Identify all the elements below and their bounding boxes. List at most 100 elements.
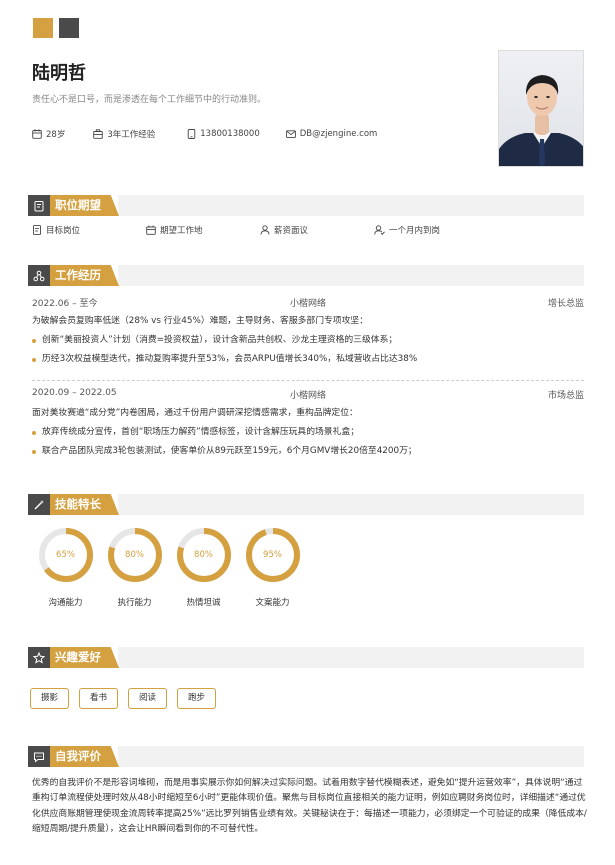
info-phone-text: 13800138000	[200, 129, 260, 139]
skill-label: 执行能力	[117, 598, 152, 608]
hobby-list: 摄影 看书 阅读 跑步	[30, 688, 217, 709]
job-role: 市场总监	[547, 391, 584, 401]
expectation-target-position: 目标岗位	[32, 224, 146, 236]
bullet-dot	[32, 339, 36, 343]
hobby-tag: 阅读	[128, 688, 168, 709]
job-header: 2022.06 – 至今 小楷网络 增长总监	[32, 296, 584, 310]
job-bullet: 联合产品团队完成3轮包装测试，使客单价从89元跃至159元，6个月GMV增长20…	[32, 442, 584, 461]
expectation-availability: 一个月内到岗	[374, 224, 488, 236]
skills-list: 65% 沟通能力 80% 执行能力 80% 热情坦诚 95% 文案能力	[31, 526, 307, 608]
dark-square	[59, 18, 79, 38]
expectation-location: 期望工作地	[146, 224, 260, 236]
hobby-tag: 跑步	[177, 688, 217, 709]
bullet-dot	[32, 431, 36, 435]
skill-label: 热情坦诚	[186, 598, 221, 608]
candidate-name: 陆明哲	[32, 63, 86, 84]
skill-ring: 95%	[244, 526, 302, 584]
basic-info-row: 28岁 3年工作经验 13800138000 DB@zjengine.com	[32, 128, 405, 140]
section-icon-box	[28, 265, 50, 286]
star-icon	[33, 651, 45, 664]
accent-square	[33, 18, 53, 38]
section-header-expectation: 职位期望	[28, 195, 584, 216]
expectation-target-position-text: 目标岗位	[46, 226, 81, 236]
section-title-self-eval: 自我评价	[50, 746, 119, 767]
chat-icon	[34, 752, 44, 763]
job-bullets: 放弃传统成分宣传，首创“职场压力解药”情感标签，设计含解压玩具的场景礼盒； 联合…	[32, 423, 584, 461]
mail-icon	[285, 130, 296, 138]
job-company: 小楷网络	[289, 299, 326, 309]
section-header-hobbies: 兴趣爱好	[28, 647, 584, 668]
job-bullet: 历经3次权益模型迭代，推动复购率提升至53%，会员ARPU值增长340%，私域营…	[32, 350, 584, 369]
candidate-motto: 责任心不是口号，而是渗透在每个工作细节中的行动准则。	[32, 95, 267, 105]
skill-item: 80% 热情坦诚	[169, 526, 238, 608]
section-icon-box	[28, 647, 50, 668]
skill-percent: 80%	[125, 550, 144, 560]
section-icon-box	[28, 746, 50, 767]
skill-ring: 80%	[175, 526, 233, 584]
job-description: 为破解会员复购率低迷（28% vs 行业45%）难题，主导财务、客服多部门专项攻…	[32, 316, 368, 326]
job-bullet: 创新“美丽投资人”计划（消费=投资权益），设计含新品共创权、沙龙主理资格的三级体…	[32, 331, 584, 350]
job-company: 小楷网络	[289, 391, 326, 401]
person-icon	[260, 225, 270, 235]
job-bullet-text: 创新“美丽投资人”计划（消费=投资权益），设计含新品共创权、沙龙主理资格的三级体…	[42, 335, 398, 345]
info-email-text: DB@zjengine.com	[299, 129, 378, 139]
bullet-dot	[32, 450, 36, 454]
hobby-tag: 看书	[79, 688, 119, 709]
expectation-availability-text: 一个月内到岗	[389, 226, 441, 236]
section-band	[118, 647, 584, 668]
skill-label: 文案能力	[255, 598, 290, 608]
hobby-tag: 摄影	[30, 688, 70, 709]
info-phone: 13800138000	[187, 129, 260, 139]
section-band	[118, 195, 584, 216]
calendar-icon	[32, 129, 42, 139]
magic-wand-icon	[34, 499, 44, 509]
section-band	[118, 746, 584, 767]
self-evaluation-text: 优秀的自我评价不是形容词堆砌，而是用事实展示你如何解决过实际问题。试着用数字替代…	[32, 778, 587, 834]
skill-percent: 65%	[56, 550, 75, 560]
bullet-dot	[32, 358, 36, 362]
info-experience: 3年工作经验	[93, 128, 155, 140]
job-bullet-text: 历经3次权益模型迭代，推动复购率提升至53%，会员ARPU值增长340%，私域营…	[42, 354, 418, 364]
job-bullet-text: 放弃传统成分宣传，首创“职场压力解药”情感标签，设计含解压玩具的场景礼盒；	[42, 427, 360, 437]
info-experience-text: 3年工作经验	[107, 130, 156, 140]
skill-item: 80% 执行能力	[100, 526, 169, 608]
section-icon-box	[28, 494, 50, 515]
info-age-text: 28岁	[46, 130, 66, 140]
job-divider	[32, 380, 584, 381]
section-header-self-eval: 自我评价	[28, 746, 584, 767]
job-description: 面对美妆赛道“成分党”内卷困局，通过千份用户调研深挖情感需求，重构品牌定位：	[32, 408, 358, 418]
skill-item: 65% 沟通能力	[31, 526, 100, 608]
skill-ring: 65%	[37, 526, 95, 584]
job-bullets: 创新“美丽投资人”计划（消费=投资权益），设计含新品共创权、沙龙主理资格的三级体…	[32, 331, 584, 369]
skill-ring: 80%	[106, 526, 164, 584]
network-icon	[33, 270, 45, 281]
section-header-experience: 工作经历	[28, 265, 584, 286]
info-age: 28岁	[32, 128, 65, 140]
skill-item: 95% 文案能力	[238, 526, 307, 608]
building-icon	[146, 225, 156, 235]
section-title-skills: 技能特长	[50, 494, 119, 515]
job-role: 增长总监	[547, 299, 584, 309]
expectation-salary: 薪资面议	[260, 224, 374, 236]
skill-percent: 80%	[194, 550, 213, 560]
person-check-icon	[374, 225, 385, 235]
job-entry: 2022.06 – 至今 小楷网络 增长总监 为破解会员复购率低迷（28% vs…	[32, 296, 584, 369]
job-header: 2020.09 – 2022.05 小楷网络 市场总监	[32, 388, 584, 402]
job-bullet: 放弃传统成分宣传，首创“职场压力解药”情感标签，设计含解压玩具的场景礼盒；	[32, 423, 584, 442]
briefcase-icon	[93, 129, 104, 139]
job-bullet-text: 联合产品团队完成3轮包装测试，使客单价从89元跃至159元，6个月GMV增长20…	[42, 446, 417, 456]
document-icon	[33, 225, 41, 235]
skill-label: 沟通能力	[48, 598, 83, 608]
header-decoration	[33, 18, 79, 38]
job-entry: 2020.09 – 2022.05 小楷网络 市场总监 面对美妆赛道“成分党”内…	[32, 388, 584, 461]
section-band	[118, 494, 584, 515]
info-email: DB@zjengine.com	[285, 129, 378, 139]
profile-photo	[498, 50, 584, 167]
phone-icon	[188, 129, 196, 139]
section-title-hobbies: 兴趣爱好	[50, 647, 119, 668]
clipboard-icon	[34, 200, 44, 211]
expectation-salary-text: 薪资面议	[274, 226, 309, 236]
section-title-experience: 工作经历	[50, 265, 119, 286]
expectation-location-text: 期望工作地	[160, 226, 203, 236]
section-band	[118, 265, 584, 286]
